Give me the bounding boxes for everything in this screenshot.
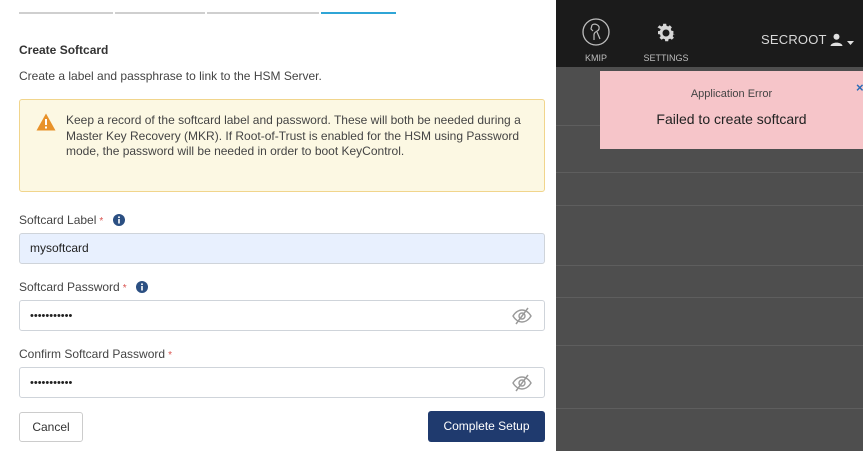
nav-label-kmip: KMIP xyxy=(584,53,607,63)
table-row-divider xyxy=(556,205,863,206)
nav-item-settings[interactable]: SETTINGS xyxy=(636,0,696,67)
table-row-divider xyxy=(556,345,863,346)
field-label-text: Softcard Password xyxy=(19,280,120,294)
background-app: KMIP SETTINGS SECROOT xyxy=(556,0,863,451)
table-row-divider xyxy=(556,408,863,409)
gear-icon xyxy=(657,23,676,42)
nav-label-settings: SETTINGS xyxy=(643,53,689,63)
eye-slash-icon[interactable] xyxy=(512,374,532,392)
info-icon[interactable] xyxy=(135,281,148,293)
required-marker: * xyxy=(122,283,127,294)
complete-setup-button[interactable]: Complete Setup xyxy=(428,411,545,442)
info-icon[interactable] xyxy=(112,214,125,226)
kmip-icon xyxy=(582,18,610,46)
page-subtitle: Create a label and passphrase to link to… xyxy=(19,69,322,83)
confirm-password-input[interactable]: ••••••••••• xyxy=(19,367,545,398)
toast-close-icon[interactable]: × xyxy=(856,80,863,95)
create-softcard-panel: Create Softcard Create a label and passp… xyxy=(0,0,556,451)
page-title: Create Softcard xyxy=(19,43,109,57)
user-icon xyxy=(830,33,843,46)
table-row-divider xyxy=(556,172,863,173)
table-row-divider xyxy=(556,297,863,298)
softcard-password-value: ••••••••••• xyxy=(30,310,73,322)
nav-item-kmip[interactable]: KMIP xyxy=(576,0,616,67)
wizard-step-indicator xyxy=(19,12,113,14)
field-label-text: Confirm Softcard Password xyxy=(19,347,166,361)
table-row-divider xyxy=(556,265,863,266)
toast-message: Failed to create softcard xyxy=(656,111,807,127)
confirm-password-value: ••••••••••• xyxy=(30,377,73,389)
confirm-password-label: Confirm Softcard Password * xyxy=(19,347,172,361)
required-marker: * xyxy=(99,216,104,227)
softcard-label-value: mysoftcard xyxy=(30,241,89,255)
warning-icon xyxy=(36,113,56,131)
user-menu[interactable]: SECROOT xyxy=(761,32,855,47)
eye-slash-icon[interactable] xyxy=(512,307,532,325)
wizard-step-indicator xyxy=(207,12,319,14)
cancel-button[interactable]: Cancel xyxy=(19,412,83,442)
softcard-password-label: Softcard Password * xyxy=(19,280,148,294)
user-name: SECROOT xyxy=(761,32,827,47)
softcard-label-input[interactable]: mysoftcard xyxy=(19,233,545,264)
wizard-step-indicator-active xyxy=(321,12,396,14)
error-toast: Application Error Failed to create softc… xyxy=(600,71,863,149)
toast-title: Application Error xyxy=(690,88,773,100)
top-navbar: KMIP SETTINGS SECROOT xyxy=(556,0,863,67)
warning-alert: Keep a record of the softcard label and … xyxy=(19,99,545,192)
softcard-label-label: Softcard Label * xyxy=(19,213,125,227)
required-marker: * xyxy=(168,350,172,361)
warning-text: Keep a record of the softcard label and … xyxy=(66,113,521,158)
caret-down-icon xyxy=(847,41,855,45)
softcard-password-input[interactable]: ••••••••••• xyxy=(19,300,545,331)
wizard-step-indicator xyxy=(115,12,205,14)
field-label-text: Softcard Label xyxy=(19,213,97,227)
